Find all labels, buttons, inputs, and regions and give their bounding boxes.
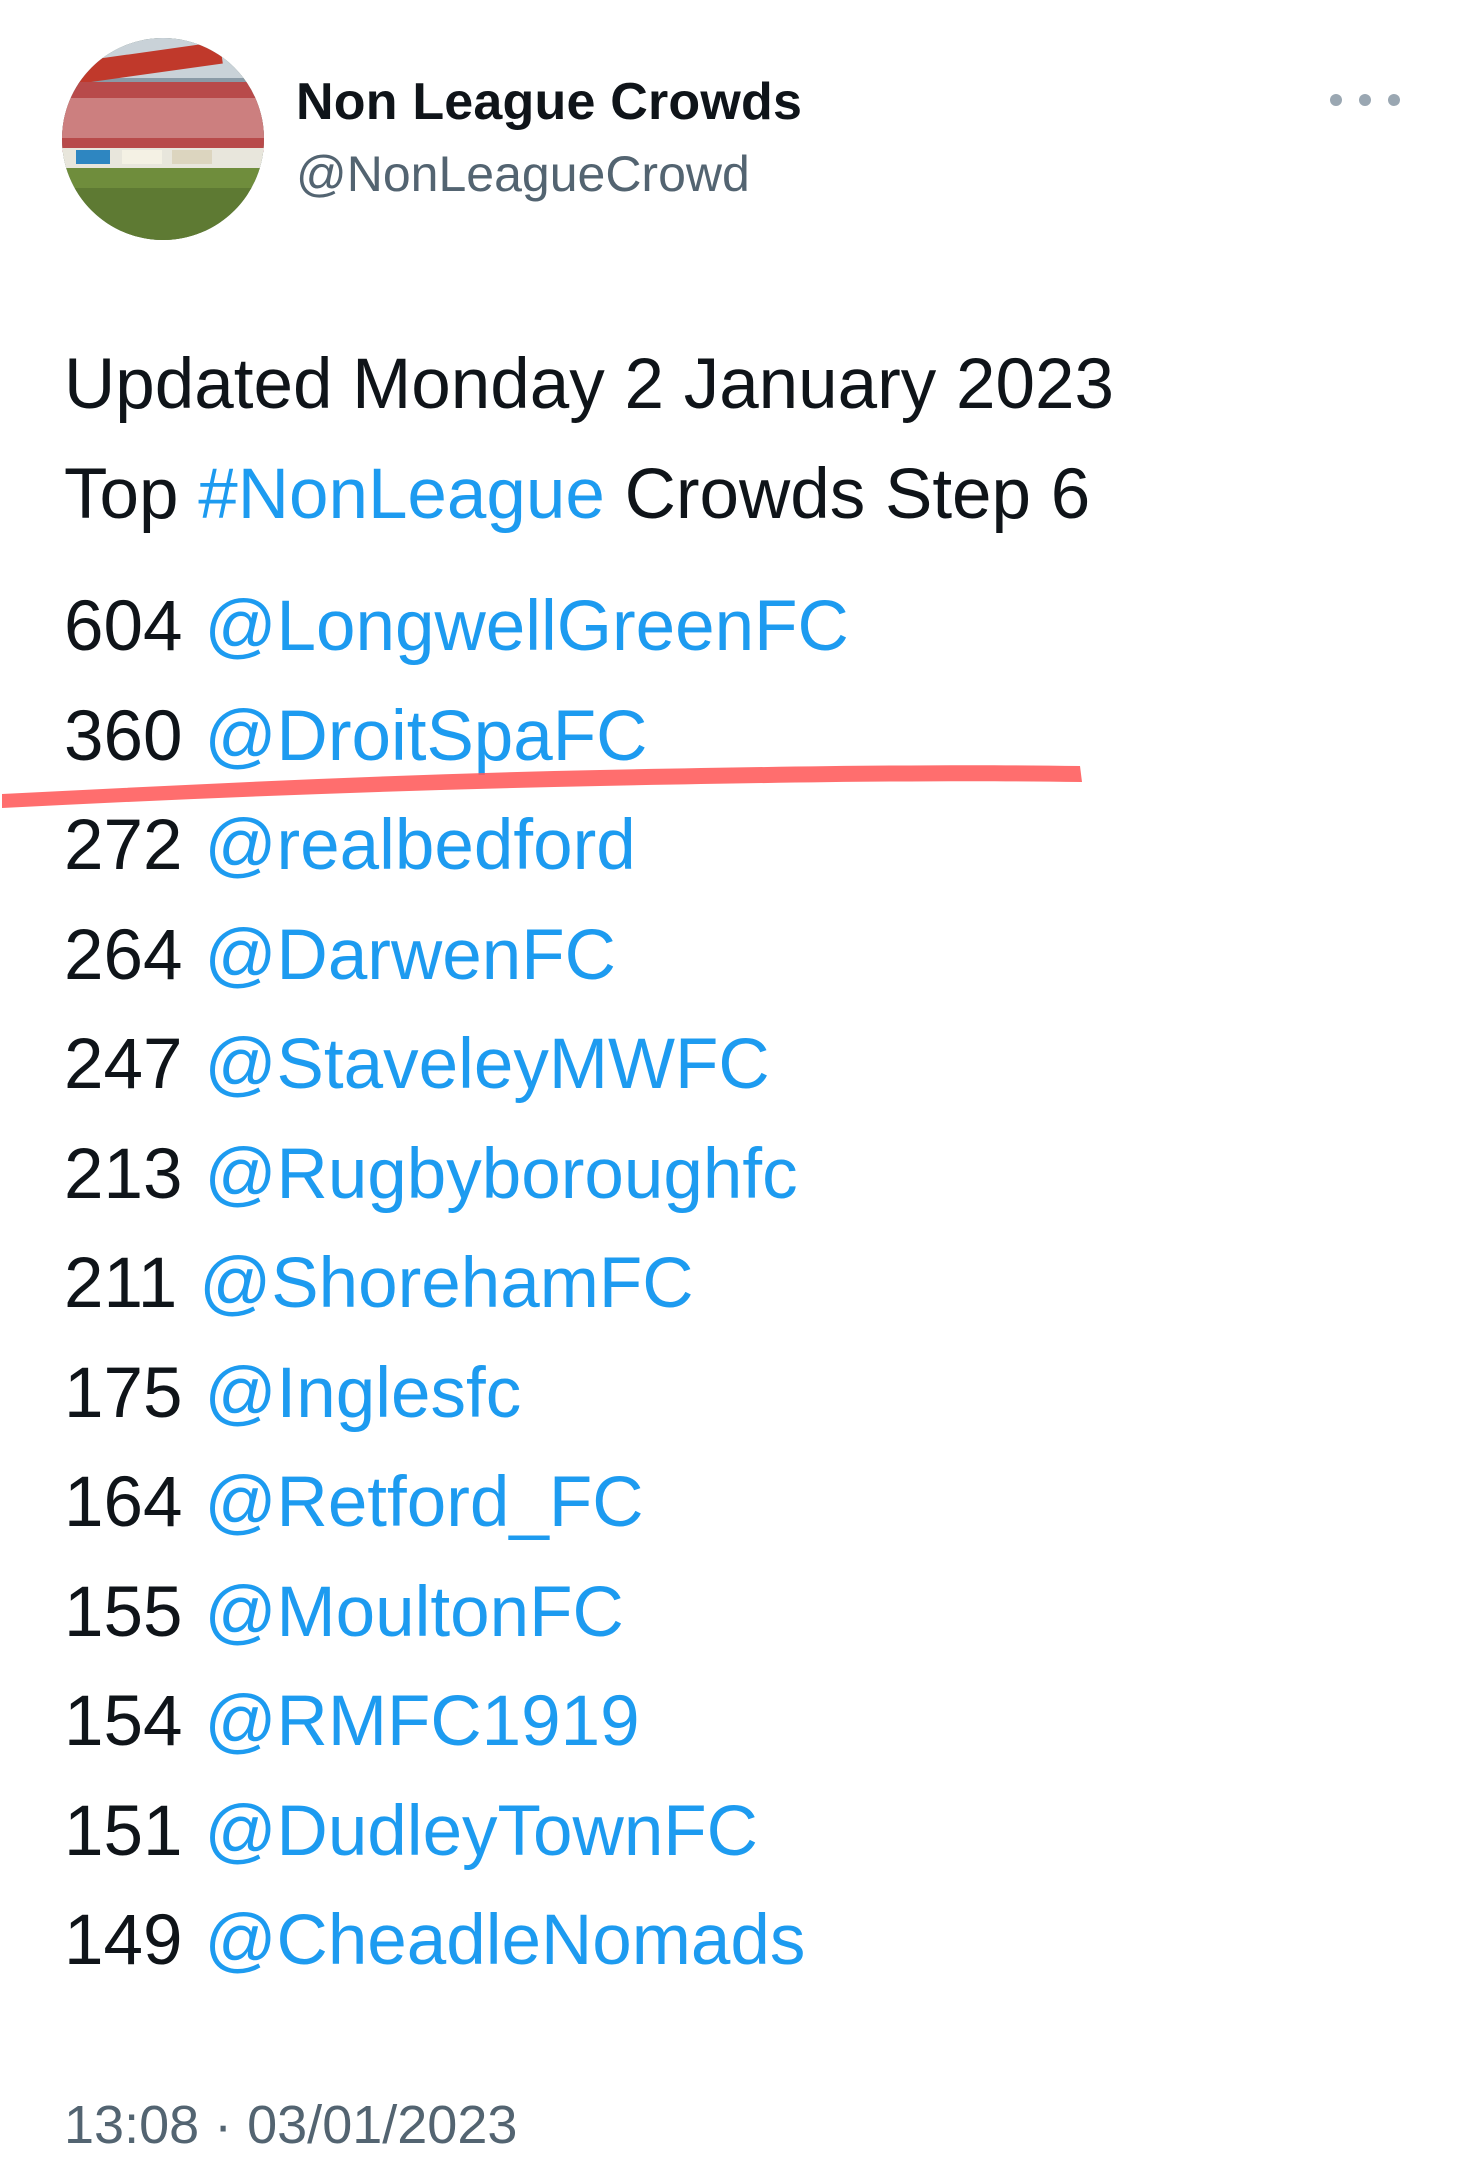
avatar[interactable] [62, 38, 264, 240]
crowd-count: 175 [64, 1353, 183, 1433]
tweet-line-title: Top #NonLeague Crowds Step 6 [64, 440, 1114, 550]
list-item: 151 @DudleyTownFC [64, 1777, 849, 1887]
crowd-list: 604 @LongwellGreenFC 360 @DroitSpaFC 272 @rea… [64, 572, 849, 1996]
crowd-count: 213 [64, 1134, 183, 1214]
club-mention-link[interactable]: @Rugbyboroughfc [204, 1135, 797, 1214]
club-mention-link[interactable]: @LongwellGreenFC [204, 587, 848, 666]
hashtag-link[interactable]: #NonLeague [198, 455, 605, 534]
list-item: 211 @ShorehamFC [64, 1229, 849, 1339]
crowd-count: 155 [64, 1572, 183, 1652]
crowd-count: 247 [64, 1025, 183, 1104]
club-mention-link[interactable]: @StaveleyMWFC [204, 1025, 769, 1104]
club-mention-link[interactable]: @MoultonFC [204, 1573, 623, 1652]
avatar-image [62, 38, 264, 240]
more-options-button[interactable] [1330, 80, 1400, 120]
club-mention-link[interactable]: @DroitSpaFC [204, 697, 647, 776]
crowd-count: 211 [64, 1244, 178, 1323]
list-item: 604 @LongwellGreenFC [64, 572, 849, 682]
crowd-count: 164 [64, 1463, 183, 1542]
list-item: 164 @Retford_FC [64, 1448, 849, 1558]
author-handle[interactable]: @NonLeagueCrowd [296, 142, 750, 206]
list-item: 247 @StaveleyMWFC [64, 1010, 849, 1120]
title-prefix: Top [64, 455, 199, 534]
club-mention-link[interactable]: @CheadleNomads [204, 1901, 805, 1980]
list-item: 154 @RMFC1919 [64, 1667, 849, 1777]
more-horizontal-icon [1388, 94, 1400, 106]
title-suffix: Crowds Step 6 [604, 455, 1091, 534]
club-mention-link[interactable]: @RMFC1919 [204, 1682, 639, 1761]
list-item: 175 @Inglesfc [64, 1339, 849, 1449]
crowd-count: 151 [64, 1791, 183, 1871]
tweet: Non League Crowds @NonLeagueCrowd Update… [0, 0, 1460, 2170]
tweet-timestamp[interactable]: 13:08 · 03/01/2023 [64, 2090, 517, 2160]
more-horizontal-icon [1359, 94, 1371, 106]
crowd-count: 272 [64, 806, 183, 885]
list-item: 264 @DarwenFC [64, 901, 849, 1011]
tweet-line-updated: Updated Monday 2 January 2023 [64, 345, 1114, 424]
club-mention-link[interactable]: @DudleyTownFC [204, 1792, 757, 1871]
list-item: 155 @MoultonFC [64, 1558, 849, 1668]
club-mention-link[interactable]: @realbedford [204, 806, 635, 885]
crowd-count: 149 [64, 1901, 183, 1980]
crowd-count: 264 [64, 915, 183, 995]
tweet-heading: Updated Monday 2 January 2023 Top #NonLe… [64, 330, 1114, 550]
list-item: 213 @Rugbyboroughfc [64, 1120, 849, 1230]
crowd-count: 604 [64, 587, 183, 666]
club-mention-link[interactable]: @Retford_FC [204, 1463, 643, 1542]
club-mention-link[interactable]: @Inglesfc [204, 1354, 521, 1433]
list-item: 149 @CheadleNomads [64, 1886, 849, 1996]
crowd-count: 360 [64, 696, 183, 776]
list-item: 272 @realbedford [64, 791, 849, 901]
club-mention-link[interactable]: @ShorehamFC [199, 1244, 693, 1323]
more-horizontal-icon [1330, 94, 1342, 106]
list-item: 360 @DroitSpaFC [64, 682, 849, 792]
club-mention-link[interactable]: @DarwenFC [204, 916, 615, 995]
author-name[interactable]: Non League Crowds [296, 70, 802, 134]
crowd-count: 154 [64, 1682, 183, 1761]
